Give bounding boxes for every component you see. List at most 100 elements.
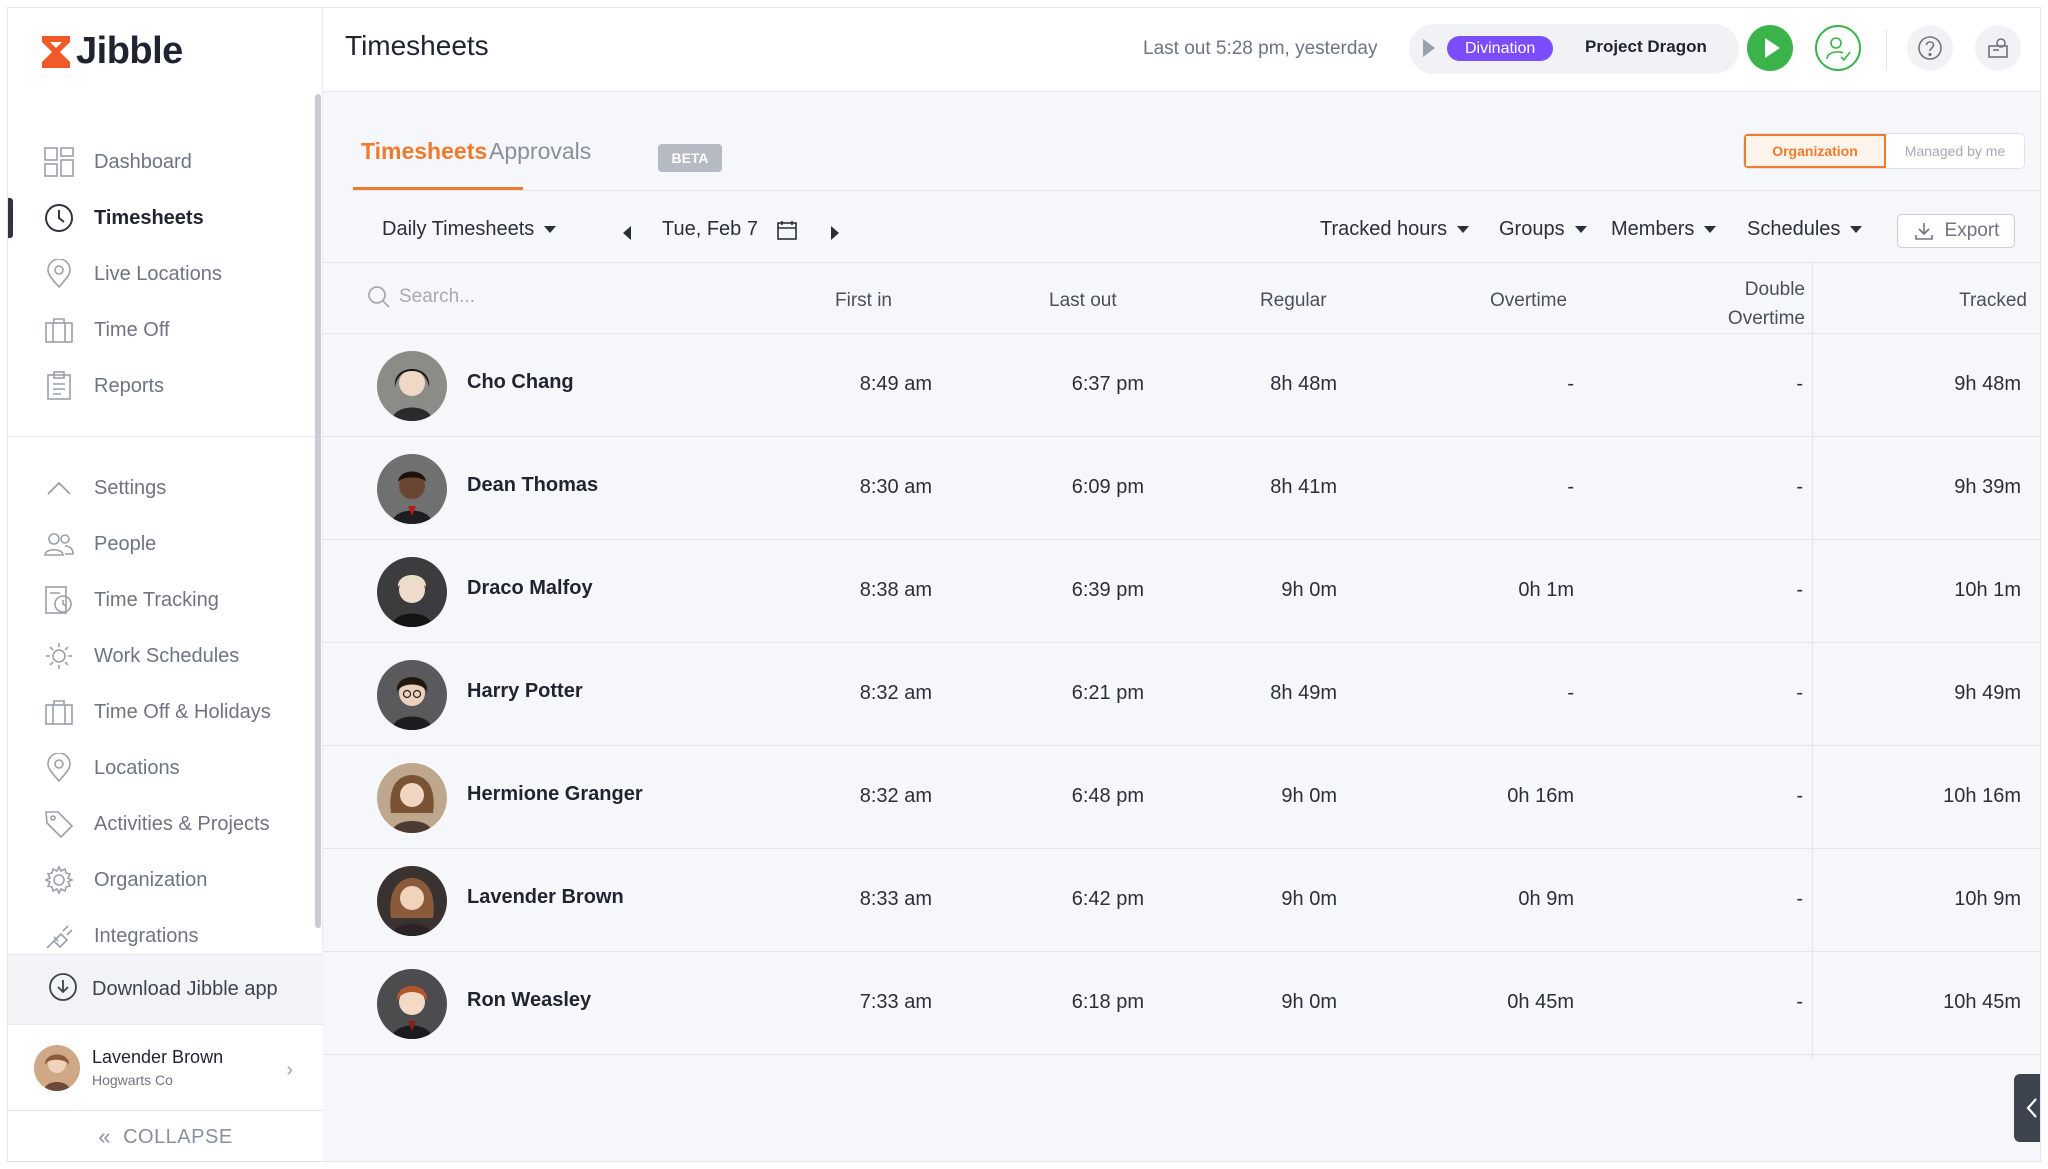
expand-panel-button[interactable] (2014, 1074, 2040, 1142)
sidebar-item-people[interactable]: People (8, 516, 323, 572)
calendar-icon (777, 220, 797, 240)
tracked-cell: 9h 49m (1954, 682, 2021, 704)
download-app-button[interactable]: Download Jibble app (8, 954, 323, 1024)
jibble-logo[interactable]: Jibble (40, 30, 183, 73)
app-window: Jibble Dashboard Timesheets Live Locatio… (7, 7, 2041, 1162)
prev-day-button[interactable] (623, 226, 631, 240)
table-row[interactable]: Lavender Brown 8:33 am 6:42 pm 9h 0m 0h … (323, 849, 2040, 952)
page-title: Timesheets (345, 30, 489, 61)
last-out-cell: 6:18 pm (1071, 991, 1144, 1013)
members-label: Members (1611, 218, 1695, 240)
header-regular[interactable]: Regular (1260, 290, 1327, 312)
sidebar-item-dashboard[interactable]: Dashboard (8, 134, 323, 190)
header-first-in[interactable]: First in (835, 290, 892, 312)
tab-timesheets[interactable]: Timesheets (361, 138, 487, 165)
collapse-sidebar-button[interactable]: « COLLAPSE (8, 1110, 323, 1161)
sidebar-divider (8, 436, 315, 437)
overtime-cell: 0h 45m (1507, 991, 1574, 1013)
overtime-cell: 0h 1m (1518, 579, 1574, 601)
clock-in-person-button[interactable] (1815, 25, 1861, 71)
beta-badge: BETA (658, 144, 722, 172)
dashboard-icon (42, 145, 76, 179)
employee-name: Hermione Granger (467, 783, 643, 805)
first-in-cell: 8:49 am (859, 373, 932, 395)
first-in-cell: 8:32 am (859, 785, 932, 807)
settings-button[interactable] (1975, 25, 2021, 71)
sidebar-item-activities-projects[interactable]: Activities & Projects (8, 796, 323, 852)
activity-badge: Divination (1447, 36, 1554, 61)
table-row[interactable]: Cho Chang 8:49 am 6:37 pm 8h 48m - - 9h … (323, 334, 2040, 437)
table-row[interactable]: Dean Thomas 8:30 am 6:09 pm 8h 41m - - 9… (323, 437, 2040, 540)
double-overtime-cell: - (1796, 682, 1803, 704)
tracked-cell: 10h 1m (1954, 579, 2021, 601)
search-input[interactable] (399, 286, 599, 308)
employee-name: Cho Chang (467, 371, 574, 393)
tracked-hours-dropdown[interactable]: Tracked hours (1320, 218, 1470, 241)
sidebar-item-settings[interactable]: Settings (8, 460, 323, 516)
collapse-label: COLLAPSE (123, 1125, 233, 1148)
avatar (34, 1044, 80, 1091)
schedules-dropdown[interactable]: Schedules (1747, 218, 1863, 241)
sidebar-item-label: Locations (94, 756, 180, 779)
employee-name: Ron Weasley (467, 989, 592, 1011)
groups-dropdown[interactable]: Groups (1499, 218, 1587, 241)
table-row[interactable]: Harry Potter 8:32 am 6:21 pm 8h 49m - - … (323, 643, 2040, 746)
table-header: First in Last out Regular Overtime Doubl… (323, 262, 2040, 334)
double-overtime-cell: - (1796, 888, 1803, 910)
table-row[interactable]: Ron Weasley 7:33 am 6:18 pm 9h 0m 0h 45m… (323, 952, 2040, 1055)
header-double-overtime[interactable]: Double Overtime (1668, 275, 1805, 333)
tabs-divider (353, 190, 2039, 191)
timesheets-table: First in Last out Regular Overtime Doubl… (323, 262, 2040, 1059)
overtime-cell: - (1567, 476, 1574, 498)
avatar (377, 660, 447, 730)
sidebar-item-locations[interactable]: Locations (8, 740, 323, 796)
activity-selector[interactable]: Divination Project Dragon (1409, 24, 1739, 74)
sun-schedule-icon (42, 639, 76, 673)
settings-nav: Settings People Time Tracking Work Sched… (8, 460, 323, 964)
jibble-logo-icon (40, 34, 72, 70)
download-app-label: Download Jibble app (92, 978, 278, 1000)
chevron-up-icon (42, 471, 76, 505)
sidebar-item-timesheets[interactable]: Timesheets (8, 190, 323, 246)
double-overtime-cell: - (1796, 476, 1803, 498)
next-day-button[interactable] (831, 226, 839, 240)
play-small-icon (1423, 39, 1435, 57)
sidebar-item-organization[interactable]: Organization (8, 852, 323, 908)
scope-toggle: Organization Managed by me (1743, 133, 2025, 169)
caret-down-icon (1704, 226, 1717, 233)
sidebar-item-live-locations[interactable]: Live Locations (8, 246, 323, 302)
schedules-label: Schedules (1747, 218, 1841, 240)
clock-in-button[interactable] (1747, 25, 1793, 71)
tab-approvals[interactable]: Approvals (489, 138, 591, 165)
export-button[interactable]: Export (1897, 214, 2015, 248)
sidebar-item-label: Integrations (94, 924, 199, 947)
date-picker[interactable]: Tue, Feb 7 (662, 218, 798, 241)
avatar (377, 969, 447, 1039)
sidebar-item-reports[interactable]: Reports (8, 358, 323, 414)
table-row[interactable]: Hermione Granger 8:32 am 6:48 pm 9h 0m 0… (323, 746, 2040, 849)
regular-cell: 9h 0m (1281, 991, 1337, 1013)
sidebar: Jibble Dashboard Timesheets Live Locatio… (8, 8, 323, 1161)
tracked-cell: 9h 39m (1954, 476, 2021, 498)
scope-managed-button[interactable]: Managed by me (1886, 134, 2024, 168)
help-button[interactable] (1907, 25, 1953, 71)
sidebar-item-time-off-holidays[interactable]: Time Off & Holidays (8, 684, 323, 740)
user-name: Lavender Brown (92, 1047, 224, 1067)
tag-icon (42, 807, 76, 841)
sidebar-scrollbar[interactable] (315, 94, 321, 928)
sidebar-item-time-off[interactable]: Time Off (8, 302, 323, 358)
view-dropdown[interactable]: Daily Timesheets (382, 218, 557, 241)
members-dropdown[interactable]: Members (1611, 218, 1717, 241)
employee-name: Draco Malfoy (467, 577, 593, 599)
scope-organization-button[interactable]: Organization (1744, 134, 1886, 168)
sidebar-item-work-schedules[interactable]: Work Schedules (8, 628, 323, 684)
search-box[interactable] (367, 285, 599, 309)
sidebar-item-time-tracking[interactable]: Time Tracking (8, 572, 323, 628)
current-user[interactable]: Lavender Brown Hogwarts Co › (8, 1024, 323, 1110)
header-overtime[interactable]: Overtime (1490, 290, 1567, 312)
header-tracked[interactable]: Tracked (1923, 290, 2027, 312)
table-row[interactable]: Draco Malfoy 8:38 am 6:39 pm 9h 0m 0h 1m… (323, 540, 2040, 643)
gear-person-icon (1988, 38, 2008, 58)
gear-icon (42, 863, 76, 897)
header-last-out[interactable]: Last out (1049, 290, 1117, 312)
